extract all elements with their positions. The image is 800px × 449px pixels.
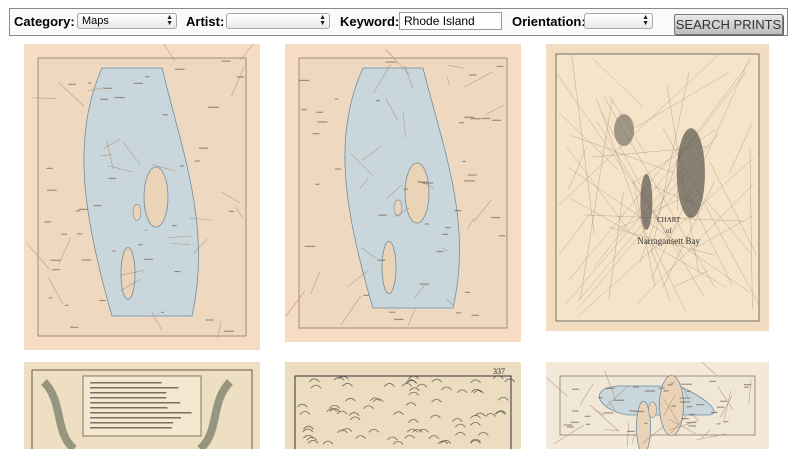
cartouche-text: CHART [657, 216, 681, 224]
artist-label: Artist: [186, 14, 225, 29]
orientation-select[interactable]: ▲ ▼ [584, 13, 653, 29]
map-image [285, 44, 521, 342]
category-select-value: Maps [82, 15, 109, 27]
print-thumbnail-4[interactable] [24, 362, 260, 449]
map-image: CHART ofNarragansett Bay [546, 44, 769, 331]
map-image [546, 362, 769, 449]
search-filter-bar: Category: Maps ▲ ▼ Artist: ▲ ▼ Keyword: Rh… [9, 8, 788, 36]
orientation-label: Orientation: [512, 14, 586, 29]
keyword-input[interactable]: Rhode Island [399, 12, 502, 30]
print-thumbnail-3[interactable]: CHART of Narragansett Bay [546, 44, 769, 331]
select-arrows-icon: ▲ ▼ [642, 14, 649, 27]
cartouche-text: Narragansett Bay [637, 236, 700, 246]
select-arrows-icon: ▲ ▼ [319, 14, 326, 27]
search-prints-button[interactable]: SEARCH PRINTS [674, 14, 783, 35]
map-image [24, 44, 260, 350]
category-select[interactable]: Maps ▲ ▼ [77, 13, 177, 29]
print-thumbnail-5[interactable]: 337 [285, 362, 521, 449]
select-arrows-icon: ▲ ▼ [166, 14, 173, 27]
cartouche-text: of [666, 227, 673, 235]
map-image: 337 [285, 362, 521, 449]
keyword-input-value: Rhode Island [404, 14, 475, 28]
map-image [24, 362, 260, 449]
keyword-label: Keyword: [340, 14, 400, 29]
category-label: Category: [14, 14, 75, 29]
print-thumbnail-6[interactable] [546, 362, 769, 449]
print-thumbnail-2[interactable] [285, 44, 521, 342]
print-thumbnail-1[interactable] [24, 44, 260, 350]
plate-number: 337 [493, 367, 505, 376]
artist-select[interactable]: ▲ ▼ [226, 13, 330, 29]
